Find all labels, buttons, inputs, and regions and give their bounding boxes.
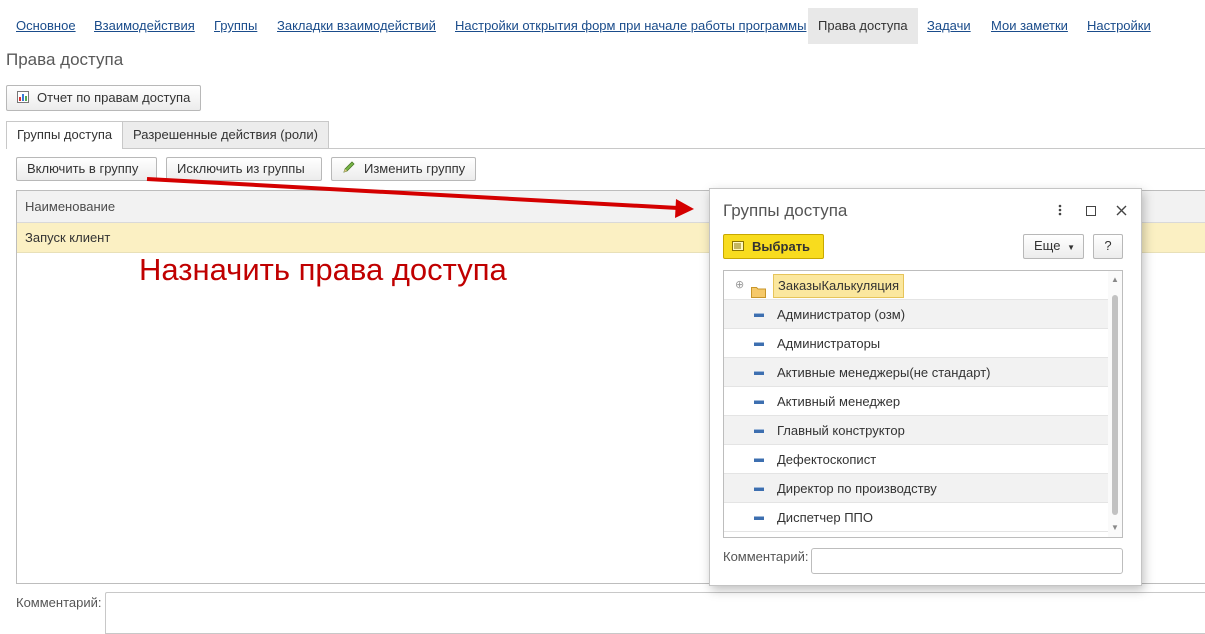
expand-icon[interactable]: ⊕ — [735, 271, 744, 300]
dialog-comment-field[interactable] — [811, 548, 1123, 574]
select-icon — [732, 236, 746, 259]
scroll-down-icon[interactable]: ▼ — [1108, 523, 1122, 532]
item-icon — [754, 400, 764, 404]
list-item[interactable]: Главный конструктор — [724, 416, 1109, 445]
item-icon — [754, 313, 764, 317]
more-menu-icon[interactable] — [1050, 201, 1070, 221]
list-item[interactable]: Диспетчер ППО — [724, 503, 1109, 532]
item-icon — [754, 487, 764, 491]
list-scrollbar[interactable]: ▲ ▼ — [1108, 271, 1122, 537]
scroll-thumb[interactable] — [1112, 295, 1118, 515]
list-item-label: Администратор (озм) — [777, 307, 906, 322]
more-label: Еще — [1034, 238, 1061, 253]
list-item[interactable]: Администраторы — [724, 329, 1109, 358]
folder-label: ЗаказыКалькуляция — [773, 274, 905, 298]
list-item-label: Активные менеджеры(не стандарт) — [777, 365, 991, 380]
access-groups-list: ⊕ ЗаказыКалькуляция Администратор (озм) … — [723, 270, 1123, 538]
list-item-label: Директор по производству — [777, 481, 937, 496]
list-item-folder[interactable]: ⊕ ЗаказыКалькуляция — [724, 271, 1109, 300]
close-icon[interactable] — [1111, 201, 1131, 221]
dialog-title: Группы доступа — [723, 201, 848, 220]
list-item[interactable]: Активные менеджеры(не стандарт) — [724, 358, 1109, 387]
list-item-label: Активный менеджер — [777, 394, 901, 409]
chevron-down-icon: ▼ — [1067, 243, 1075, 252]
select-button[interactable]: Выбрать — [723, 234, 824, 259]
item-icon — [754, 458, 764, 462]
help-button[interactable]: ? — [1093, 234, 1123, 259]
item-icon — [754, 429, 764, 433]
comment-field[interactable] — [105, 592, 1205, 634]
access-groups-dialog: Группы доступа Выбрать Еще ▼ ? ⊕ ЗаказыК… — [709, 188, 1142, 586]
list-item-label: Администраторы — [777, 336, 881, 351]
select-label: Выбрать — [752, 239, 811, 254]
scroll-up-icon[interactable]: ▲ — [1108, 275, 1122, 284]
maximize-icon[interactable] — [1081, 201, 1101, 221]
more-button[interactable]: Еще ▼ — [1023, 234, 1084, 259]
list-item[interactable]: Активный менеджер — [724, 387, 1109, 416]
list-item-label: Главный конструктор — [777, 423, 905, 438]
comment-label: Комментарий: — [16, 595, 102, 610]
item-icon — [754, 371, 764, 375]
list-item[interactable]: Администратор (озм) — [724, 300, 1109, 329]
list-item-label: Дефектоскопист — [777, 452, 877, 467]
item-icon — [754, 516, 764, 520]
list-item[interactable]: Дефектоскопист — [724, 445, 1109, 474]
item-icon — [754, 342, 764, 346]
list-item[interactable]: Директор по производству — [724, 474, 1109, 503]
dialog-comment-label: Комментарий: — [723, 549, 809, 564]
list-item-label: Диспетчер ППО — [777, 510, 874, 525]
